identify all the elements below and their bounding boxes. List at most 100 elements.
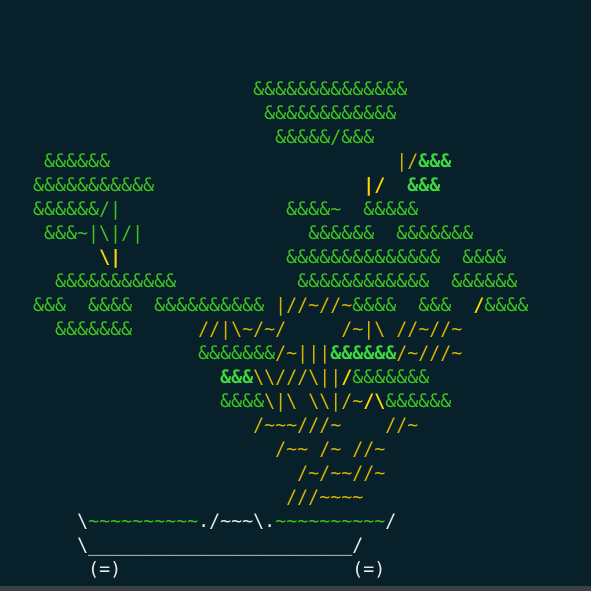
art-segment	[143, 223, 308, 244]
art-segment	[341, 199, 363, 220]
art-segment: &&&&&/&&&	[275, 127, 375, 148]
art-indent	[0, 127, 264, 148]
art-segment: \|	[99, 247, 122, 268]
art-segment: /	[385, 511, 397, 532]
art-line: /~/~~//~	[0, 462, 528, 486]
art-line: &&&\\///\||/&&&&&&&	[0, 366, 528, 390]
art-line: &&&&&&&/~|||&&&&&&/~///~	[0, 342, 528, 366]
art-segment: &&&&&&&&&&&&&&	[253, 79, 408, 100]
art-segment: &&&&&&&&&&&&	[264, 103, 397, 124]
art-segment: &&&&&&	[451, 271, 518, 292]
art-segment: &&&&	[220, 391, 265, 412]
art-indent	[0, 463, 165, 484]
art-indent	[0, 511, 11, 532]
ascii-bonsai-art: &&&&&&&&&&&&&& &&&&&&&&&&&& &&&&&/&&& &&…	[0, 78, 528, 582]
art-line: &&&&&&/| &&&&~ &&&&&	[0, 198, 528, 222]
art-segment: &&&&	[484, 295, 529, 316]
art-line: (=) (=)	[0, 558, 528, 582]
art-segment: /~|||	[275, 343, 331, 364]
art-segment	[121, 199, 286, 220]
art-segment: &&&&&&	[385, 391, 452, 412]
art-line: /~~~///~ //~	[0, 414, 528, 438]
art-indent	[0, 535, 11, 556]
art-segment: //|\~/~/	[198, 319, 287, 340]
art-indent	[0, 103, 253, 124]
art-segment	[121, 367, 220, 388]
art-line: &&&&&&&&&&&&&&	[0, 78, 528, 102]
art-segment: \________________________/	[77, 535, 364, 556]
art-segment	[110, 343, 198, 364]
art-segment: &&&&~	[286, 199, 342, 220]
art-segment: \|\ \\|/~	[264, 391, 364, 412]
art-segment: &&&&&&&	[198, 343, 276, 364]
art-line: /~~ /~ //~	[0, 438, 528, 462]
art-line: &&&&&/&&&	[0, 126, 528, 150]
art-segment: \\///\||	[253, 367, 342, 388]
art-segment: /	[341, 367, 353, 388]
art-indent	[0, 487, 165, 508]
art-segment: /~/~~//~	[297, 463, 386, 484]
terminal-bottom-bar	[0, 586, 591, 591]
art-segment: ~~~~~~~~~~	[275, 511, 386, 532]
art-segment	[143, 415, 253, 436]
art-segment	[154, 439, 275, 460]
art-segment	[374, 223, 396, 244]
art-segment	[429, 271, 451, 292]
art-segment: &&&&	[462, 247, 507, 268]
art-segment: &&&	[418, 151, 452, 172]
art-segment	[253, 103, 264, 124]
art-segment	[121, 391, 220, 412]
art-segment	[154, 175, 363, 196]
art-line: &&&~|\|/| &&&&&& &&&&&&&	[0, 222, 528, 246]
art-line: ///~~~~	[0, 486, 528, 510]
art-segment: &&&	[407, 175, 441, 196]
art-segment	[11, 511, 77, 532]
art-segment: (=)	[88, 559, 122, 580]
art-segment	[286, 319, 341, 340]
art-segment: &&&&&&/|	[0, 199, 122, 220]
art-segment: &&&&&	[363, 199, 419, 220]
art-segment	[385, 175, 407, 196]
art-indent	[0, 439, 154, 460]
art-segment	[176, 271, 297, 292]
art-segment: &&&	[220, 367, 254, 388]
art-segment: &&&	[418, 295, 452, 316]
art-segment	[132, 319, 198, 340]
art-segment: |/	[363, 175, 386, 196]
art-segment	[341, 415, 385, 436]
art-segment: /~///~	[396, 343, 463, 364]
art-line: &&&&\|\ \\|/~/\&&&&&&	[0, 390, 528, 414]
art-segment	[11, 535, 77, 556]
art-line: &&&&&&&&&&&&	[0, 102, 528, 126]
art-segment: &&&&&&&&&&&&	[297, 271, 430, 292]
art-indent	[0, 391, 121, 412]
art-segment: &&&&&&&	[33, 319, 133, 340]
art-segment: |//~//~	[264, 295, 353, 316]
art-line: \| &&&&&&&&&&&&&& &&&&	[0, 246, 528, 270]
art-segment: ///~~~~	[286, 487, 364, 508]
art-segment	[110, 151, 396, 172]
art-indent	[0, 79, 242, 100]
art-segment: //~	[385, 415, 419, 436]
art-segment	[396, 295, 418, 316]
art-line: &&&&&&&&&&& |/ &&&	[0, 174, 528, 198]
art-line: &&& &&&& &&&&&&&&&& |//~//~&&&& &&& /&&&…	[0, 294, 528, 318]
art-segment: (=)	[352, 559, 386, 580]
art-segment: &&&&&&	[0, 151, 111, 172]
art-line: \~~~~~~~~~~./~~~\.~~~~~~~~~~/	[0, 510, 528, 534]
art-segment	[451, 295, 473, 316]
art-indent	[0, 559, 22, 580]
art-segment: &&&&&&&	[352, 367, 430, 388]
art-indent	[0, 367, 121, 388]
art-segment: \	[77, 511, 89, 532]
art-indent	[0, 295, 22, 316]
art-segment: &&&&&&	[330, 343, 397, 364]
art-line: \________________________/	[0, 534, 528, 558]
art-indent	[0, 319, 33, 340]
art-segment	[242, 79, 253, 100]
art-segment: &&&&	[352, 295, 397, 316]
art-segment: /	[473, 295, 485, 316]
art-segment	[121, 247, 286, 268]
art-segment: /~|\ //~//~	[341, 319, 463, 340]
art-line: &&&&&&&&&&& &&&&&&&&&&&& &&&&&&	[0, 270, 528, 294]
